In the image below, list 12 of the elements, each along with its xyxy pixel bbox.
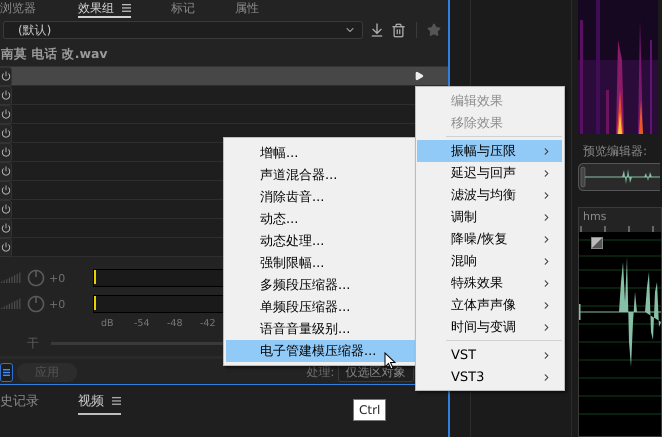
scale-label: -48 — [167, 318, 184, 329]
preview-label: 预览编辑器: — [583, 143, 648, 159]
gain-value: +0 — [49, 272, 66, 284]
file-name: 南莫 电话 改.wav — [1, 46, 109, 62]
gain-value: +0 — [49, 298, 66, 310]
scale-label: dB — [101, 318, 115, 329]
time-unit: hms — [583, 210, 608, 223]
scale-label: -54 — [134, 318, 151, 329]
mix-label: 干 — [27, 334, 39, 352]
scale-label: -42 — [200, 318, 217, 329]
tooltip: Ctrl — [353, 399, 386, 421]
process-label: 处理: — [306, 364, 334, 380]
